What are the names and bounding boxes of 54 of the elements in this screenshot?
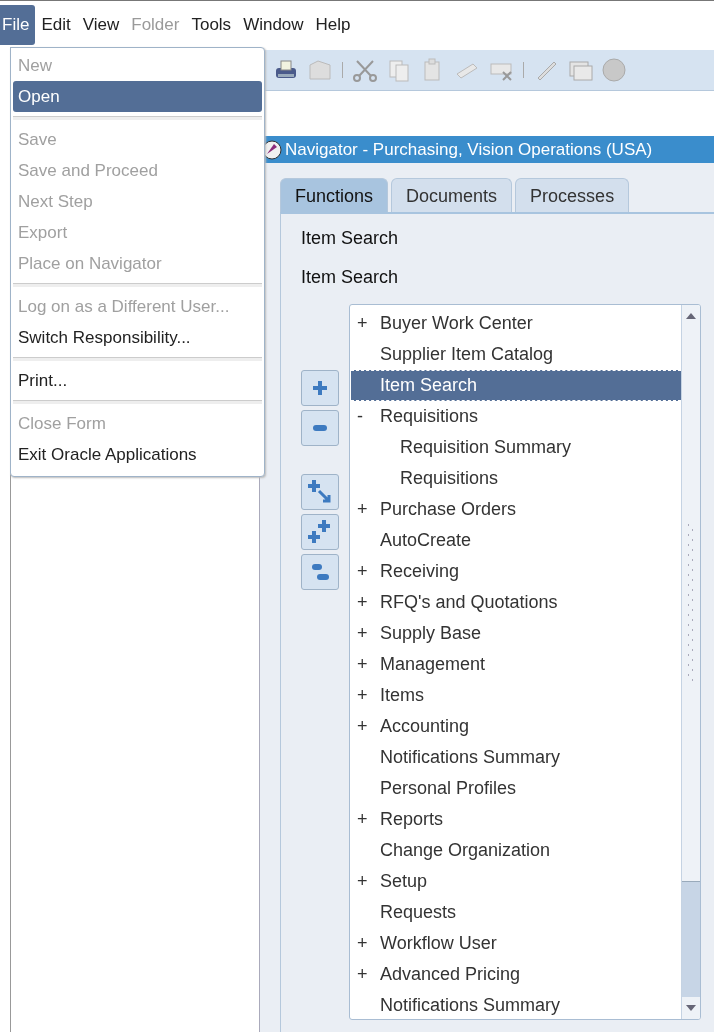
menu-item[interactable]: File	[0, 5, 36, 45]
menu-item[interactable]: Window	[237, 5, 310, 45]
tree-item[interactable]: + Workflow User	[351, 928, 681, 959]
menu-item[interactable]: View	[76, 5, 126, 45]
function-label: Item Search	[301, 228, 399, 248]
tree-item[interactable]: + Reports	[351, 804, 681, 835]
tree-item[interactable]: Notifications Summary	[351, 742, 681, 773]
menu-item[interactable]: Tools	[185, 5, 238, 45]
tab[interactable]: Functions	[280, 178, 389, 212]
tree-item[interactable]: + Advanced Pricing	[351, 959, 681, 990]
menu-item[interactable]: Print...	[13, 365, 262, 396]
tree-item[interactable]: + Accounting	[351, 711, 681, 742]
grip-icon	[687, 524, 695, 684]
function-label: Item Search	[301, 267, 399, 287]
tree-item[interactable]: + RFQ's and Quotations	[351, 587, 681, 618]
tree-item[interactable]: + Management	[351, 649, 681, 680]
tree-item[interactable]: Change Organization	[351, 835, 681, 866]
tree-item[interactable]: + Supply Base	[351, 618, 681, 649]
plus-arrow-icon	[307, 479, 333, 505]
menu-item[interactable]: Exit Oracle Applications	[13, 439, 262, 470]
scroll-up-icon[interactable]	[685, 312, 697, 320]
tree-item[interactable]: AutoCreate	[351, 525, 681, 556]
minus-icon	[312, 424, 328, 432]
double-minus-icon	[309, 561, 331, 583]
double-plus-icon	[307, 519, 333, 545]
expand-all-button[interactable]	[301, 514, 339, 550]
tree-item[interactable]: Item Search	[351, 370, 681, 401]
scrollbar[interactable]	[681, 305, 700, 1019]
tree-item[interactable]: Requisitions	[351, 463, 681, 494]
scroll-down-icon[interactable]	[685, 1004, 697, 1012]
tree-item[interactable]: + Buyer Work Center	[351, 308, 681, 339]
tree-item[interactable]: + Items	[351, 680, 681, 711]
scrollbar-thumb[interactable]	[682, 881, 700, 997]
tree-item[interactable]: - Requisitions	[351, 401, 681, 432]
window-title: Navigator - Purchasing, Vision Operations (USA)	[285, 139, 653, 160]
tree-item[interactable]: + Setup	[351, 866, 681, 897]
tab[interactable]: Processes	[515, 178, 630, 212]
tree-item[interactable]: Notifications Summary	[351, 990, 681, 1019]
tree-item[interactable]: Supplier Item Catalog	[351, 339, 681, 370]
tree-item[interactable]: Personal Profiles	[351, 773, 681, 804]
menu-item[interactable]: Edit	[35, 5, 77, 45]
collapse-all-button[interactable]	[301, 554, 339, 590]
tree-item[interactable]: Requests	[351, 897, 681, 928]
tree-item[interactable]: Requisition Summary	[351, 432, 681, 463]
expand-button[interactable]	[301, 370, 339, 406]
collapse-button[interactable]	[301, 410, 339, 446]
menu-item[interactable]: Open	[13, 81, 262, 112]
plus-icon	[312, 380, 328, 396]
expand-branch-button[interactable]	[301, 474, 339, 510]
tree-item[interactable]: + Receiving	[351, 556, 681, 587]
menu-item[interactable]: Help	[309, 5, 357, 45]
tree-item[interactable]: + Purchase Orders	[351, 494, 681, 525]
tab[interactable]: Documents	[391, 178, 513, 212]
menu-item[interactable]: Switch Responsibility...	[13, 322, 262, 353]
